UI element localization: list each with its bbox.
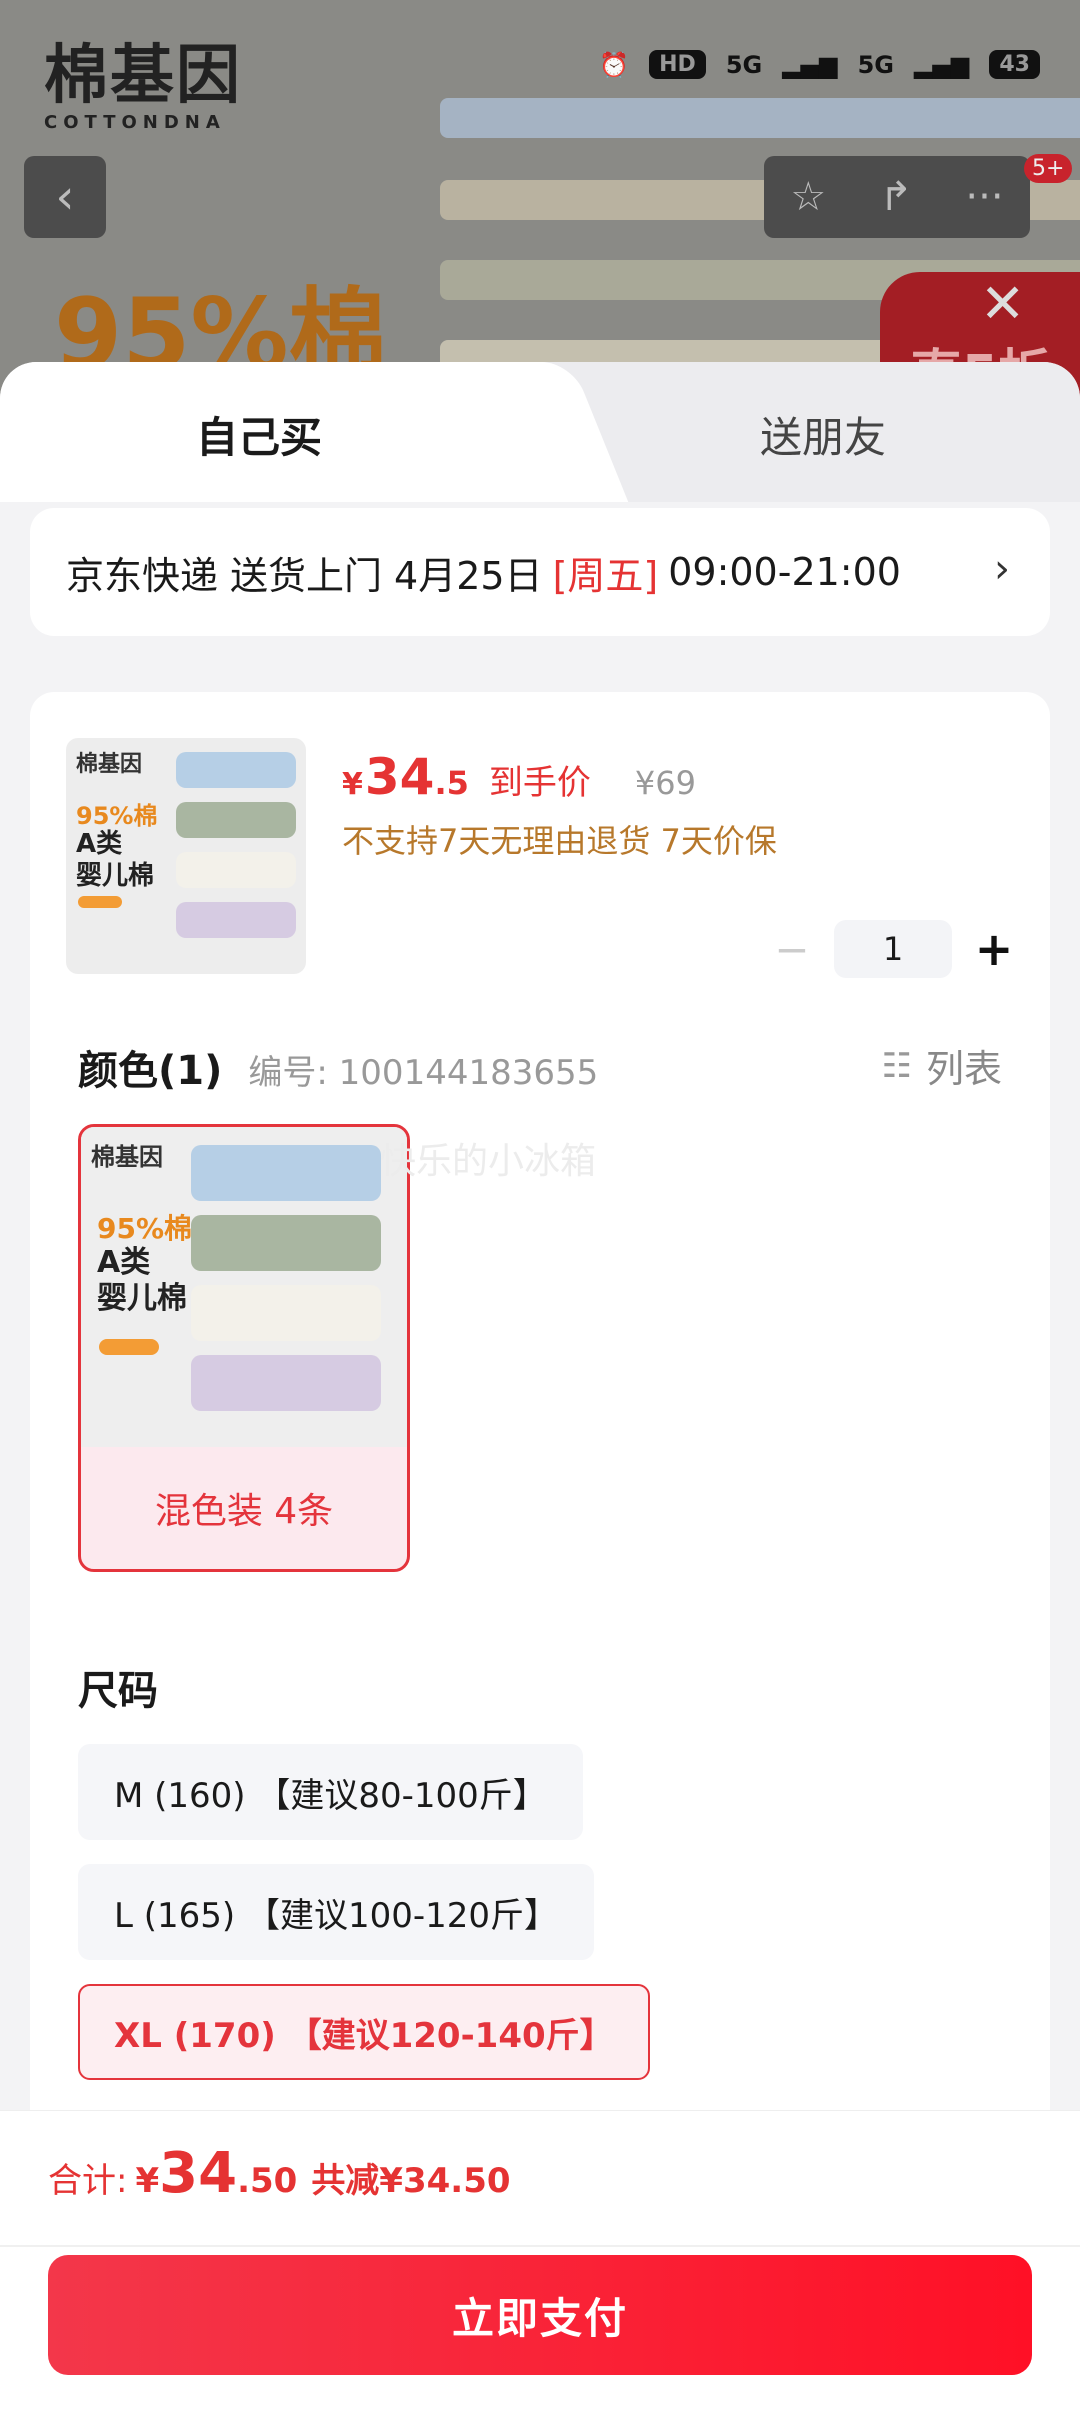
network-5g-1: 5G: [725, 50, 763, 79]
thumb-line2: 婴儿棉: [76, 861, 155, 891]
price-decimal: .5: [434, 764, 469, 802]
alarm-icon: ⏰: [599, 50, 630, 79]
network-5g-2: 5G: [857, 50, 894, 79]
battery-indicator: 43: [989, 50, 1040, 79]
footer-divider: [0, 2245, 1080, 2247]
size-option-l[interactable]: L (165) 【建议100-120斤】: [78, 1864, 595, 1960]
back-button[interactable]: ‹: [24, 156, 106, 238]
hd-indicator: HD: [649, 50, 706, 79]
delivery-row[interactable]: 京东快递 送货上门 4月25日 [周五] 09:00-21:00 ›: [30, 508, 1050, 636]
thumb-tag: [78, 896, 122, 908]
share-icon[interactable]: ↱: [879, 174, 913, 220]
sku-number: 编号: 100144183655: [248, 1053, 599, 1093]
size-title: 尺码: [78, 1668, 158, 1714]
color-title: 颜色(1): [78, 1048, 223, 1094]
pay-now-button[interactable]: 立即支付: [48, 2255, 1032, 2375]
purchase-sheet: 自己买 送朋友 京东快递 送货上门 4月25日 [周五] 09:00-21:00…: [0, 362, 1080, 2412]
background-product-header: 棉基因 COTTONDNA 95%棉 ⏰ HD 5G ▂▄▆ 5G ▂▄▆ 43…: [0, 0, 1080, 420]
price-currency: ¥: [342, 767, 363, 802]
delivery-weekday: [周五]: [552, 553, 659, 598]
discount-text: 共减¥34.50: [311, 2161, 511, 2201]
original-price: ¥69: [634, 764, 696, 802]
price-label: 到手价: [488, 763, 591, 803]
thumb-line1: A类: [76, 829, 123, 859]
total-integer: 34: [159, 2141, 238, 2206]
variant-image: 棉基因 95%棉 A类 婴儿棉: [81, 1127, 407, 1447]
price-row: ¥ 34 .5 到手价 ¥69: [342, 748, 696, 806]
delivery-carrier: 京东快递: [66, 553, 219, 598]
header-actions: ☆ ↱ ···: [764, 156, 1030, 238]
thumb-95: 95%棉: [76, 802, 158, 830]
signal-icon-2: ▂▄▆: [914, 50, 970, 79]
variant-tag: [99, 1339, 159, 1355]
more-icon[interactable]: ···: [965, 174, 1003, 220]
quantity-value[interactable]: 1: [834, 920, 952, 978]
list-icon: ☷: [881, 1045, 912, 1086]
variant-line1: A类: [97, 1245, 151, 1280]
status-bar: ⏰ HD 5G ▂▄▆ 5G ▂▄▆ 43: [599, 50, 1040, 79]
color-variant-option[interactable]: 棉基因 95%棉 A类 婴儿棉 混色装 4条: [78, 1124, 410, 1572]
product-thumbnail: 棉基因 95%棉 A类 婴儿棉: [66, 738, 306, 974]
signal-icon: ▂▄▆: [782, 50, 838, 79]
checkout-footer: 合计: ¥ 34 .50 共减¥34.50 立即支付: [0, 2110, 1080, 2412]
brand-logo-cn: 棉基因: [44, 39, 242, 113]
tab-self[interactable]: 自己买: [196, 404, 322, 465]
total-row: 合计: ¥ 34 .50 共减¥34.50: [48, 2141, 511, 2206]
total-currency: ¥: [135, 2161, 160, 2201]
color-header: 颜色(1) 编号: 100144183655: [78, 1038, 598, 1096]
minus-icon[interactable]: −: [772, 925, 812, 974]
back-arrow-icon: ‹: [55, 169, 75, 225]
thumb-brand: 棉基因: [76, 752, 143, 777]
chevron-right-icon: ›: [994, 546, 1010, 592]
notification-badge: 5+: [1024, 154, 1073, 183]
size-option-xl[interactable]: XL (170) 【建议120-140斤】: [78, 1984, 650, 2080]
list-label: 列表: [925, 1047, 1002, 1091]
delivery-date: 4月25日: [394, 553, 543, 598]
quantity-stepper: − 1 +: [772, 920, 1014, 978]
star-icon[interactable]: ☆: [790, 174, 826, 220]
variant-95: 95%棉: [97, 1212, 193, 1245]
list-view-toggle[interactable]: ☷ 列表: [882, 1038, 1003, 1093]
total-decimal: .50: [237, 2161, 298, 2201]
price-integer: 34: [364, 748, 435, 806]
total-label: 合计:: [48, 2161, 128, 2201]
brand-logo: 棉基因 COTTONDNA: [44, 40, 264, 133]
size-option-m[interactable]: M (160) 【建议80-100斤】: [78, 1744, 583, 1840]
plus-icon[interactable]: +: [974, 922, 1014, 976]
watermark-text: 快乐的小冰箱: [380, 1141, 597, 1182]
purchase-tabs: 自己买 送朋友: [0, 362, 1080, 502]
delivery-time: 09:00-21:00: [668, 550, 901, 594]
close-icon[interactable]: ✕: [980, 272, 1025, 335]
variant-label: 混色装 4条: [154, 1491, 334, 1532]
brand-logo-en: COTTONDNA: [44, 112, 226, 133]
variant-brand: 棉基因: [91, 1143, 163, 1171]
tab-friend[interactable]: 送朋友: [760, 404, 886, 465]
delivery-method: 送货上门: [230, 553, 383, 598]
service-info: 不支持7天无理由退货 7天价保: [342, 822, 777, 860]
variant-line2: 婴儿棉: [97, 1281, 187, 1316]
